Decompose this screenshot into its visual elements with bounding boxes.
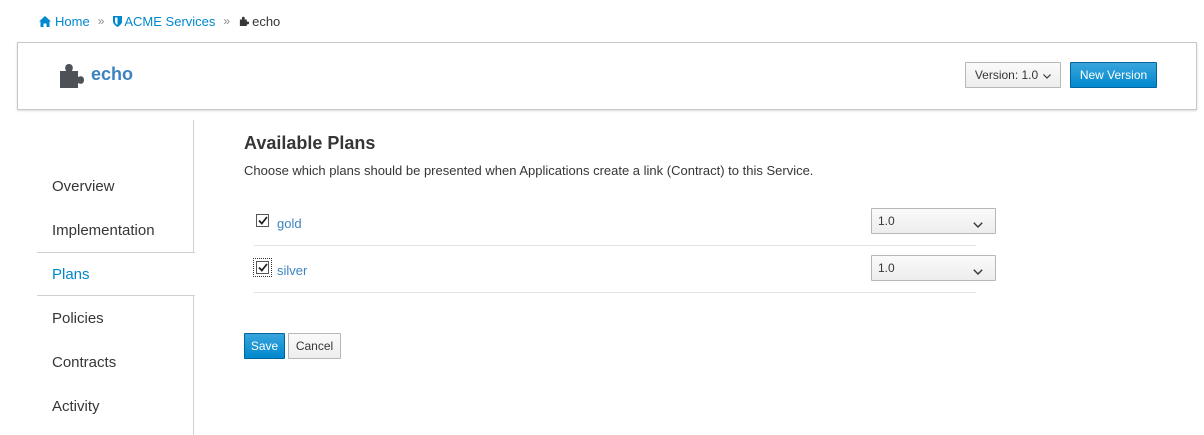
- plan-version-value: 1.0: [878, 261, 895, 275]
- checkmark-icon: [257, 216, 268, 225]
- chevron-down-icon: [1043, 68, 1052, 82]
- breadcrumb-separator: »: [97, 14, 105, 28]
- sidebar-item-activity[interactable]: Activity: [37, 384, 194, 428]
- puzzle-icon: [58, 62, 86, 88]
- version-dropdown[interactable]: Version: 1.0: [965, 62, 1061, 88]
- home-icon: [39, 15, 51, 27]
- plan-row-silver: silver 1.0: [253, 246, 996, 293]
- plan-version-select-silver[interactable]: 1.0: [871, 255, 996, 281]
- plan-name-gold[interactable]: gold: [277, 216, 302, 231]
- chevron-down-icon: [973, 264, 983, 278]
- breadcrumb-organization-label: ACME Services: [124, 13, 216, 29]
- puzzle-icon: [239, 16, 250, 26]
- cancel-button[interactable]: Cancel: [288, 333, 341, 359]
- plan-checkbox-gold[interactable]: [256, 214, 269, 227]
- checkmark-icon: [257, 263, 268, 272]
- new-version-button[interactable]: New Version: [1070, 62, 1157, 88]
- plan-checkbox-silver[interactable]: [253, 258, 272, 277]
- sidebar-item-policies[interactable]: Policies: [37, 296, 194, 340]
- breadcrumb: Home » ACME Services » echo: [39, 12, 280, 30]
- sidebar-item-plans[interactable]: Plans: [37, 252, 195, 296]
- breadcrumb-current-label: echo: [252, 13, 281, 29]
- chevron-down-icon: [973, 217, 983, 231]
- breadcrumb-organization-link[interactable]: ACME Services: [113, 14, 215, 29]
- breadcrumb-separator: »: [223, 14, 231, 28]
- page-description: Choose which plans should be presented w…: [244, 163, 814, 178]
- plan-version-select-gold[interactable]: 1.0: [871, 208, 996, 234]
- sidebar-item-contracts[interactable]: Contracts: [37, 340, 194, 384]
- plan-row-gold: gold 1.0: [254, 199, 996, 246]
- shield-icon: [113, 15, 123, 27]
- plan-name-silver[interactable]: silver: [277, 263, 307, 278]
- sidebar-item-overview[interactable]: Overview: [37, 164, 194, 208]
- page-title: Available Plans: [244, 133, 376, 153]
- breadcrumb-current: echo: [239, 14, 280, 29]
- sidebar-item-implementation[interactable]: Implementation: [37, 208, 194, 252]
- version-dropdown-label: Version: 1.0: [974, 68, 1039, 82]
- breadcrumb-home-label: Home: [55, 13, 90, 29]
- plan-version-value: 1.0: [878, 214, 895, 228]
- sidebar-nav: Overview Implementation Plans Policies C…: [37, 120, 195, 435]
- service-name: echo: [91, 64, 134, 84]
- breadcrumb-home-link[interactable]: Home: [39, 14, 90, 29]
- service-header: echo Version: 1.0 New Version: [17, 42, 1197, 110]
- save-button[interactable]: Save: [244, 333, 285, 359]
